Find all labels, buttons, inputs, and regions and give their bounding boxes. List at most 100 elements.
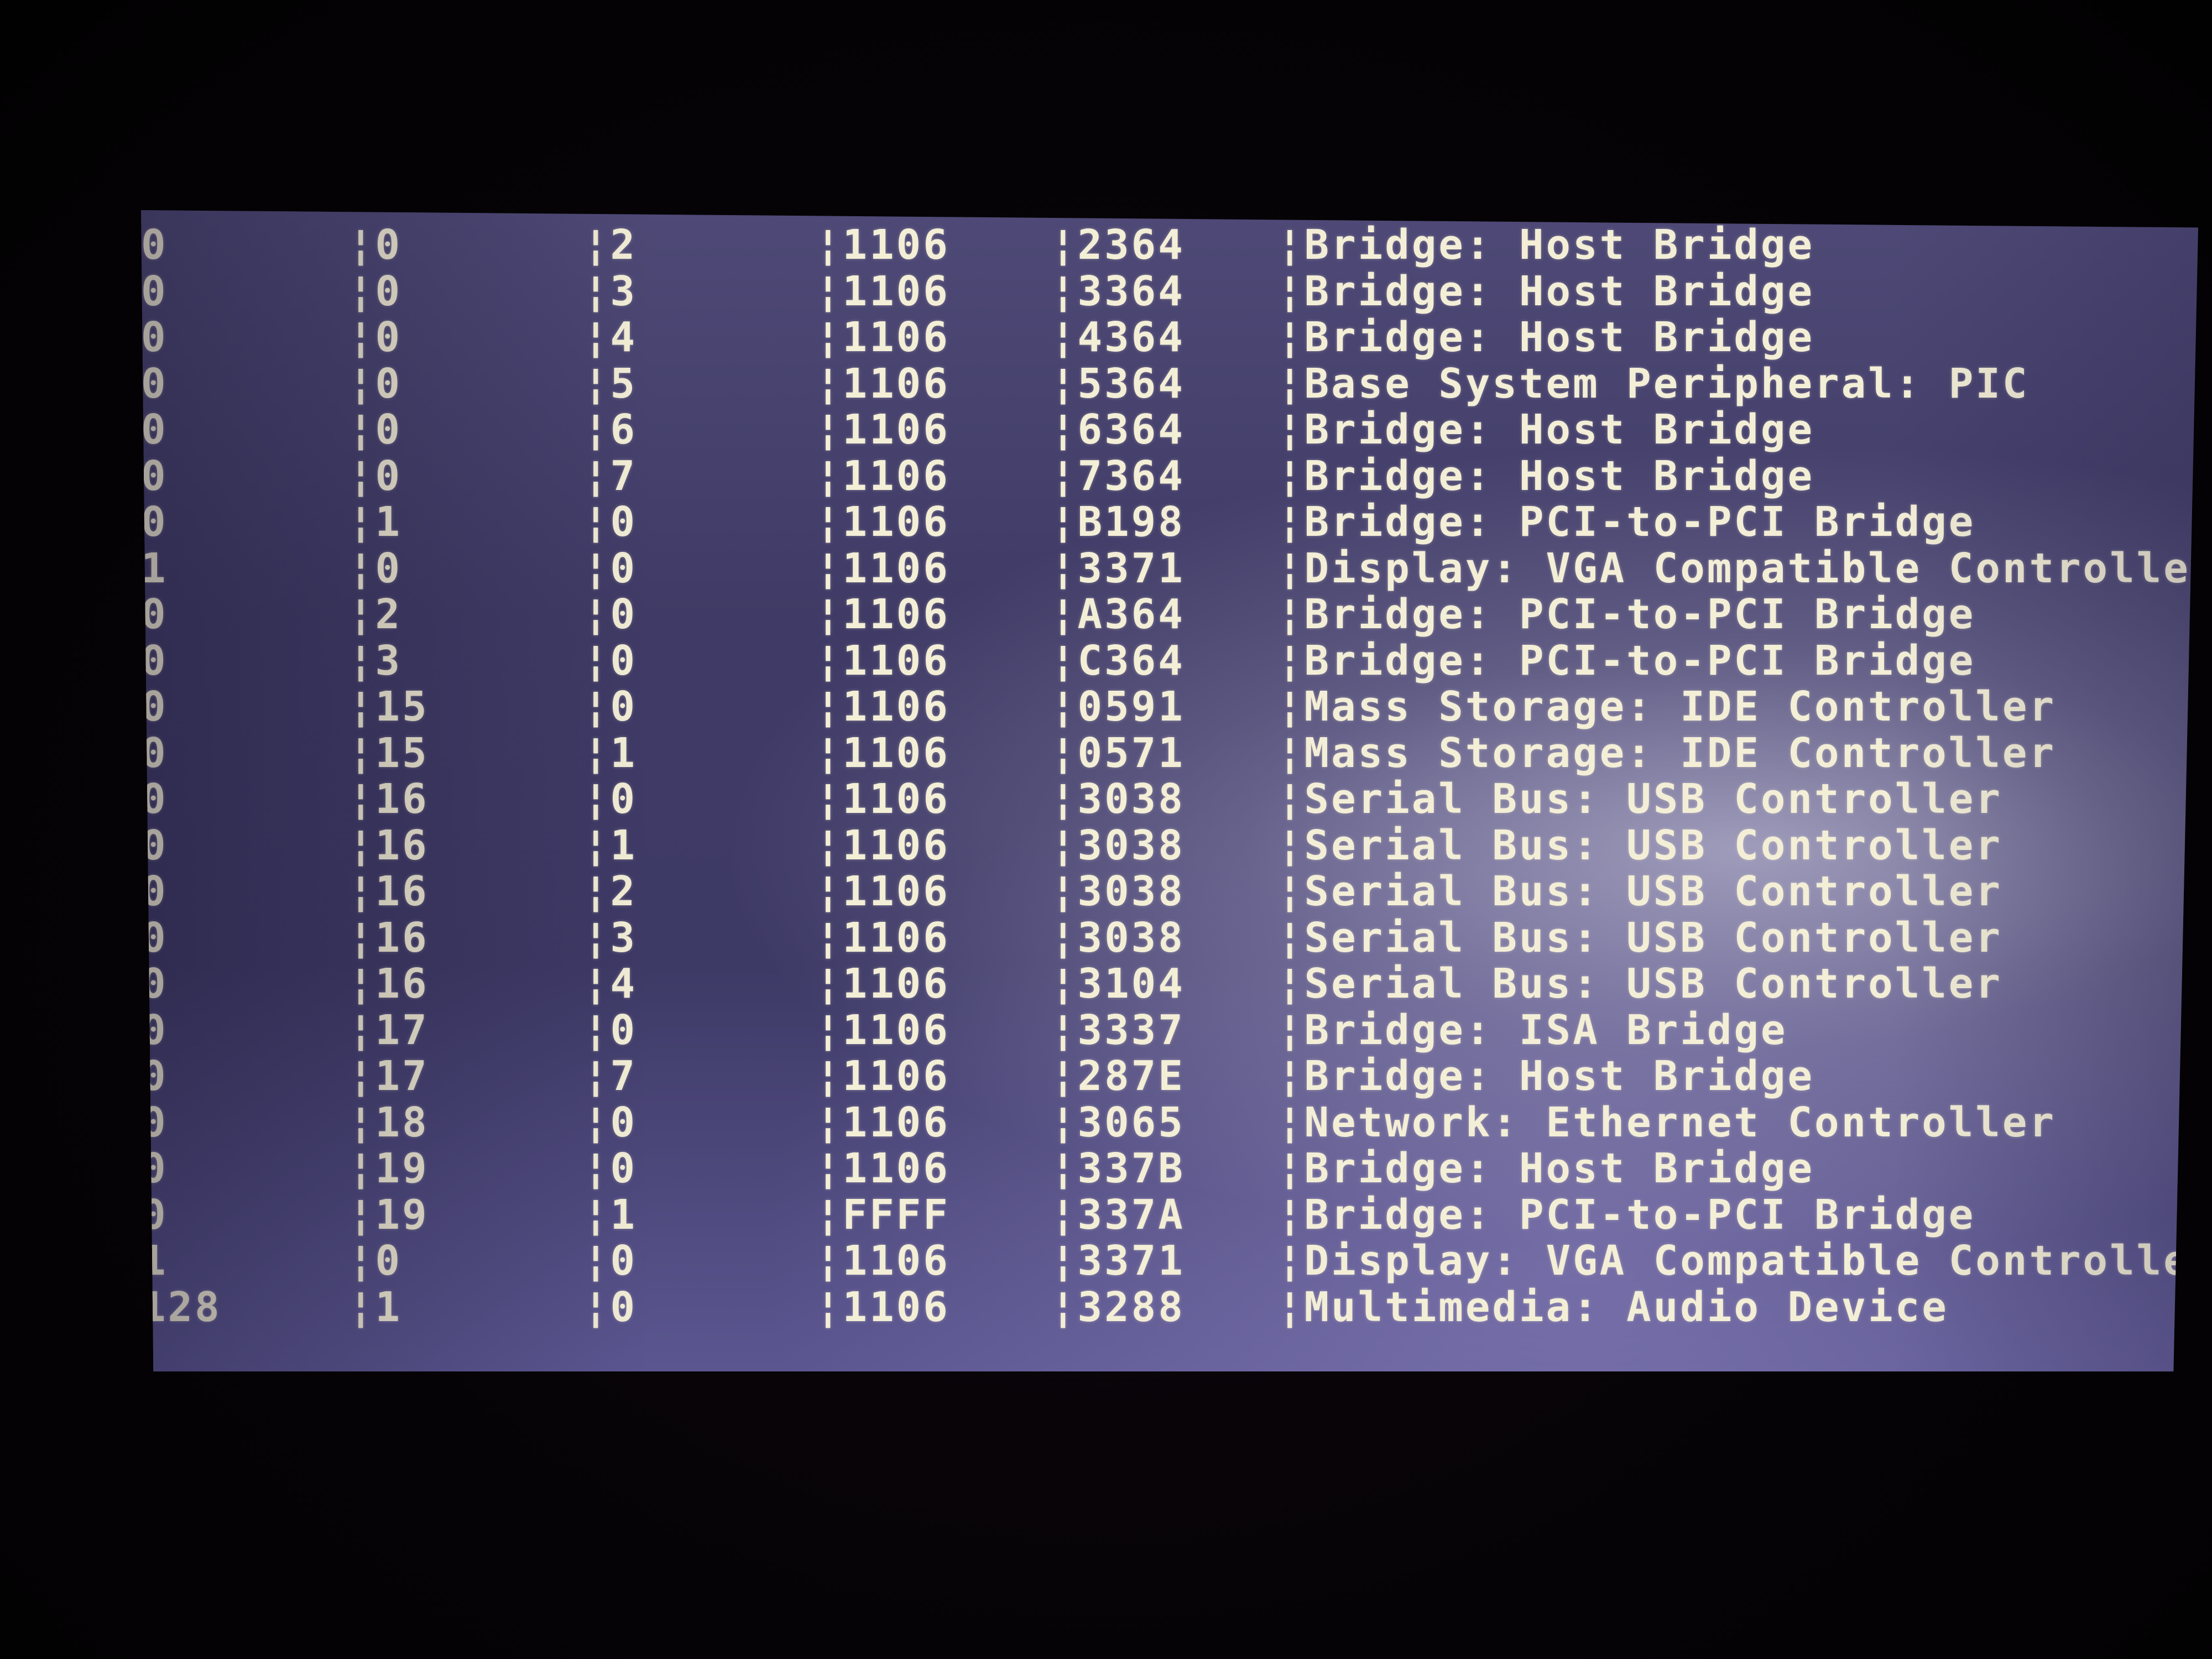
function-number-cell: ¦3 <box>583 914 638 962</box>
device-id-cell: ¦B198 <box>1051 498 1185 546</box>
device-number-cell: ¦17 <box>348 1052 429 1100</box>
bus-number-cell: 0 <box>141 314 168 361</box>
table-row: 0 ¦16 ¦0 ¦1106 ¦3038 ¦Serial Bus: USB Control… <box>141 776 2198 823</box>
function-number-cell: ¦0 <box>583 1098 638 1146</box>
device-id-cell: ¦3371 <box>1051 544 1185 592</box>
device-id-cell: ¦0591 <box>1051 683 1185 731</box>
function-number-cell: ¦0 <box>583 683 638 731</box>
bus-number-cell: 0 <box>141 221 168 269</box>
table-row: 0 ¦0 ¦2 ¦1106 ¦2364 ¦Bridge: Host Bridge <box>141 222 2198 269</box>
vendor-id-cell: ¦1106 <box>816 544 950 592</box>
function-number-cell: ¦0 <box>583 775 638 823</box>
function-number-cell: ¦0 <box>583 637 638 685</box>
device-id-cell: ¦3038 <box>1051 914 1185 962</box>
bus-number-cell: 0 <box>141 1006 168 1054</box>
vendor-id-cell: ¦1106 <box>816 960 950 1008</box>
table-row: 0 ¦2 ¦0 ¦1106 ¦A364 ¦Bridge: PCI-to-PCI Bridg… <box>141 591 2198 638</box>
function-number-cell: ¦5 <box>583 359 638 408</box>
table-row: 0 ¦17 ¦7 ¦1106 ¦287E ¦Bridge: Host Bridge <box>141 1053 2198 1100</box>
vendor-id-cell: ¦1106 <box>816 591 950 638</box>
bus-number-cell: 1 <box>141 1237 168 1285</box>
device-class-cell: ¦Multimedia: Audio Device <box>1277 1283 1949 1331</box>
device-number-cell: ¦0 <box>348 452 403 500</box>
bus-number-cell: 0 <box>141 637 168 685</box>
device-number-cell: ¦0 <box>348 221 403 269</box>
vendor-id-cell: ¦1106 <box>816 314 950 361</box>
function-number-cell: ¦2 <box>583 221 638 269</box>
device-id-cell: ¦3038 <box>1051 775 1185 823</box>
table-row: 0 ¦16 ¦4 ¦1106 ¦3104 ¦Serial Bus: USB Control… <box>141 961 2198 1008</box>
device-id-cell: ¦C364 <box>1051 637 1185 685</box>
table-row: 0 ¦15 ¦0 ¦1106 ¦0591 ¦Mass Storage: IDE Contr… <box>141 684 2198 731</box>
bus-number-cell: 0 <box>141 868 168 915</box>
vendor-id-cell: ¦1106 <box>816 452 950 500</box>
device-id-cell: ¦3065 <box>1051 1098 1185 1146</box>
vendor-id-cell: ¦1106 <box>816 498 950 546</box>
device-number-cell: ¦16 <box>348 914 429 962</box>
vendor-id-cell: ¦1106 <box>816 1283 950 1331</box>
table-row: 0 ¦0 ¦3 ¦1106 ¦3364 ¦Bridge: Host Bridge <box>141 267 2198 315</box>
bus-number-cell: 0 <box>141 406 168 453</box>
bus-number-cell: 0 <box>141 498 168 546</box>
device-id-cell: ¦3371 <box>1051 1237 1185 1285</box>
device-number-cell: ¦17 <box>348 1006 429 1054</box>
device-class-cell: ¦Base System Peripheral: PIC <box>1277 359 2030 408</box>
table-row: 0 ¦1 ¦0 ¦1106 ¦B198 ¦Bridge: PCI-to-PCI Bridg… <box>141 499 2198 546</box>
device-id-cell: ¦3364 <box>1051 267 1185 315</box>
vendor-id-cell: ¦1106 <box>816 267 950 315</box>
device-number-cell: ¦3 <box>348 637 403 685</box>
vendor-id-cell: ¦1106 <box>816 1145 950 1192</box>
device-class-cell: ¦Serial Bus: USB Controller <box>1277 960 2002 1008</box>
device-number-cell: ¦1 <box>348 1283 403 1331</box>
function-number-cell: ¦0 <box>583 1145 638 1192</box>
vendor-id-cell: ¦1106 <box>816 1098 950 1146</box>
device-id-cell: ¦287E <box>1051 1052 1185 1100</box>
table-row: 1 ¦0 ¦0 ¦1106 ¦3371 ¦Display: VGA Compatible … <box>141 544 2198 592</box>
bus-number-cell: 0 <box>141 359 168 408</box>
function-number-cell: ¦1 <box>583 1191 638 1239</box>
device-id-cell: ¦3038 <box>1051 868 1185 915</box>
device-class-cell: ¦Serial Bus: USB Controller <box>1277 914 2002 962</box>
device-number-cell: ¦16 <box>348 960 429 1008</box>
device-id-cell: ¦A364 <box>1051 591 1185 638</box>
device-id-cell: ¦5364 <box>1051 359 1185 408</box>
device-class-cell: ¦Serial Bus: USB Controller <box>1277 868 2002 915</box>
device-class-cell: ¦Bridge: Host Bridge <box>1277 221 1815 269</box>
function-number-cell: ¦0 <box>583 1283 638 1331</box>
device-class-cell: ¦Bridge: PCI-to-PCI Bridge <box>1277 637 1976 685</box>
vendor-id-cell: ¦1106 <box>816 775 950 823</box>
device-number-cell: ¦0 <box>348 406 403 453</box>
table-row: 0 ¦0 ¦5 ¦1106 ¦5364 ¦Base System Peripheral: … <box>141 361 2198 408</box>
function-number-cell: ¦0 <box>583 1237 638 1285</box>
device-class-cell: ¦Bridge: Host Bridge <box>1277 314 1815 361</box>
function-number-cell: ¦0 <box>583 544 638 592</box>
function-number-cell: ¦3 <box>583 267 638 315</box>
device-number-cell: ¦16 <box>348 775 429 823</box>
device-number-cell: ¦19 <box>348 1191 429 1239</box>
table-row: 0 ¦19 ¦1 ¦FFFF ¦337A ¦Bridge: PCI-to-PCI Brid… <box>141 1192 2198 1239</box>
function-number-cell: ¦0 <box>583 498 638 546</box>
device-id-cell: ¦7364 <box>1051 452 1185 500</box>
vendor-id-cell: ¦1106 <box>816 359 950 408</box>
vendor-id-cell: ¦1106 <box>816 821 950 869</box>
device-number-cell: ¦15 <box>348 683 429 731</box>
bus-number-cell: 0 <box>141 1191 168 1239</box>
table-row: 0 ¦16 ¦2 ¦1106 ¦3038 ¦Serial Bus: USB Control… <box>141 868 2198 915</box>
table-row: 0 ¦16 ¦3 ¦1106 ¦3038 ¦Serial Bus: USB Control… <box>141 915 2198 962</box>
bus-number-cell: 0 <box>141 960 168 1008</box>
device-class-cell: ¦Mass Storage: IDE Controller <box>1277 729 2057 777</box>
device-id-cell: ¦2364 <box>1051 221 1185 269</box>
bus-number-cell: 1 <box>141 544 168 592</box>
photo-frame: 0 ¦0 ¦2 ¦1106 ¦2364 ¦Bridge: Host Bridge 0 ¦0 ¦3… <box>0 0 2212 1659</box>
device-id-cell: ¦3337 <box>1051 1006 1185 1054</box>
device-id-cell: ¦6364 <box>1051 406 1185 453</box>
vendor-id-cell: ¦1106 <box>816 1006 950 1054</box>
vendor-id-cell: ¦1106 <box>816 914 950 962</box>
vendor-id-cell: ¦FFFF <box>816 1191 950 1239</box>
vendor-id-cell: ¦1106 <box>816 729 950 777</box>
bus-number-cell: 0 <box>141 683 168 731</box>
monitor-screen: 0 ¦0 ¦2 ¦1106 ¦2364 ¦Bridge: Host Bridge 0 ¦0 ¦3… <box>141 210 2198 1371</box>
bus-number-cell: 0 <box>141 267 168 315</box>
device-class-cell: ¦Bridge: Host Bridge <box>1277 452 1815 500</box>
device-number-cell: ¦0 <box>348 267 403 315</box>
